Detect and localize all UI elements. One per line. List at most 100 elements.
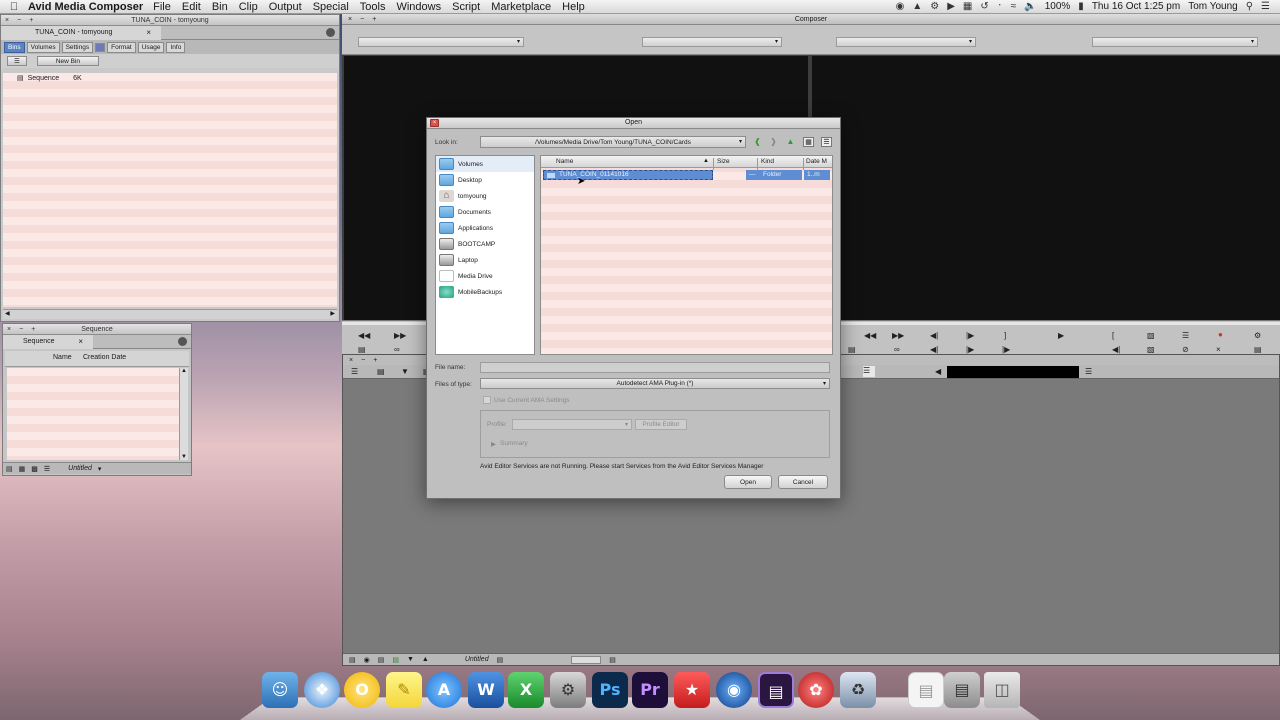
sort-ascending-icon[interactable]: ▲ xyxy=(703,158,709,164)
profile-editor-button[interactable]: Profile Editor xyxy=(635,419,687,430)
forward-icon[interactable]: ❱ xyxy=(768,137,779,147)
settings-icon[interactable]: ⚙ xyxy=(1254,331,1261,340)
dropdown-icon[interactable]: ▼ xyxy=(401,367,409,376)
close-icon[interactable]: × xyxy=(430,119,439,127)
tab-project[interactable]: TUNA_COIN - tomyoung × xyxy=(1,25,161,40)
meter-menu-icon[interactable]: ☰ xyxy=(1085,367,1092,376)
volume-icon[interactable]: 🔈 xyxy=(1024,1,1036,12)
record-monitor[interactable] xyxy=(812,56,1280,320)
scroll-up-icon[interactable]: ▲ xyxy=(181,368,187,374)
app-store-icon[interactable]: A xyxy=(426,672,462,708)
safari-icon[interactable]: ❖ xyxy=(304,672,340,708)
column-creation-date[interactable]: Creation Date xyxy=(83,354,126,361)
up-icon[interactable]: ▲ xyxy=(422,656,429,663)
tab-format[interactable]: Format xyxy=(107,41,136,53)
step-forward-frame-icon[interactable]: |▶ xyxy=(966,331,974,340)
word-icon[interactable]: W xyxy=(468,672,504,708)
overwrite-icon[interactable]: ▤ xyxy=(1254,345,1262,354)
frame-view-icon[interactable]: ▦ xyxy=(19,465,26,473)
sidebar-item-applications[interactable]: Applications xyxy=(436,220,534,236)
finder-icon[interactable]: ☺ xyxy=(262,672,298,708)
menu-clip[interactable]: Clip xyxy=(239,1,258,13)
use-current-settings-checkbox[interactable] xyxy=(483,396,491,404)
column-size[interactable]: Size xyxy=(717,158,730,165)
menu-output[interactable]: Output xyxy=(269,1,302,13)
mark-clip-icon[interactable]: ▧ xyxy=(1147,331,1155,340)
bluetooth-icon[interactable]: ᛫ xyxy=(997,1,1003,12)
splice-icon[interactable]: |▶ xyxy=(1002,345,1010,354)
outlook-icon[interactable]: O xyxy=(344,672,380,708)
sidebar-item-bootcamp[interactable]: BOOTCAMP xyxy=(436,236,534,252)
trash-icon[interactable]: ◫ xyxy=(984,672,1020,708)
sidebar-item-media-drive[interactable]: Media Drive xyxy=(436,268,534,284)
network-app-icon[interactable]: ◉ xyxy=(716,672,752,708)
menu-windows[interactable]: Windows xyxy=(396,1,441,13)
sequence-name[interactable]: Untitled xyxy=(465,656,489,663)
loop-icon[interactable]: ∞ xyxy=(394,345,400,354)
menu-extra-icon[interactable]: ▲ xyxy=(912,1,922,12)
close-icon[interactable]: × xyxy=(349,357,353,364)
toggle-source-icon[interactable]: ◉ xyxy=(364,656,370,664)
excel-icon[interactable]: X xyxy=(508,672,544,708)
list-item[interactable]: ▤ Sequence 6K xyxy=(3,73,337,83)
close-tab-icon[interactable]: × xyxy=(78,337,83,346)
files-of-type-dropdown[interactable]: Autodetect AMA Plug-in (*) ▾ xyxy=(480,378,830,389)
source-tool-icon[interactable]: ▤ xyxy=(358,345,366,354)
spotlight-search-icon[interactable]: ⚲ xyxy=(1246,1,1253,12)
tab-info[interactable]: Info xyxy=(166,41,186,53)
close-icon[interactable]: × xyxy=(7,326,11,333)
record-info-dropdown[interactable]: ▾ xyxy=(1092,37,1258,47)
speaker-icon[interactable]: ◀ xyxy=(935,367,941,376)
sidebar-item-volumes[interactable]: Volumes xyxy=(436,156,534,172)
column-name[interactable]: Name xyxy=(556,158,573,165)
wifi-icon[interactable]: ≈ xyxy=(1011,1,1017,12)
minimize-icon[interactable]: − xyxy=(361,357,365,364)
stickies-icon[interactable]: ✎ xyxy=(386,672,422,708)
step-forward-icon[interactable]: ▶▶ xyxy=(394,331,406,340)
track-menu-icon[interactable]: ▤ xyxy=(349,656,356,664)
audio-icon[interactable]: ▤ xyxy=(392,656,399,664)
menu-extra-icon[interactable]: ▦ xyxy=(963,1,972,12)
menu-marketplace[interactable]: Marketplace xyxy=(491,1,551,13)
menu-extra-icon[interactable]: ◉ xyxy=(896,1,905,12)
tab-sequence[interactable]: Sequence × xyxy=(3,334,93,349)
scroll-left-icon[interactable]: ◀ xyxy=(5,310,10,317)
tab-usage[interactable]: Usage xyxy=(137,41,165,53)
clear-marks-icon[interactable]: ☰ xyxy=(1182,331,1189,340)
user-menu[interactable]: Tom Young xyxy=(1188,1,1238,12)
fast-forward-icon[interactable]: ▶▶ xyxy=(892,331,904,340)
scroll-down-icon[interactable]: ▼ xyxy=(181,454,187,460)
column-date-modified[interactable]: Date M xyxy=(806,158,827,165)
list-view-icon[interactable]: ☰ xyxy=(821,137,832,147)
photoshop-icon[interactable]: Ps xyxy=(592,672,628,708)
document-icon[interactable]: ▤ xyxy=(908,672,944,708)
zoom-slider[interactable] xyxy=(571,655,602,664)
cross-icon[interactable]: × xyxy=(1216,345,1221,354)
menu-script[interactable]: Script xyxy=(452,1,480,13)
record-icon[interactable]: ● xyxy=(1218,330,1223,339)
dropdown-icon[interactable]: ▼ xyxy=(407,656,414,663)
cancel-button[interactable]: Cancel xyxy=(778,475,828,489)
open-button[interactable]: Open xyxy=(724,475,772,489)
tab-volumes[interactable]: Volumes xyxy=(26,41,60,53)
new-folder-icon[interactable]: ▦ xyxy=(803,137,814,147)
bin-view-label[interactable]: Untitled xyxy=(68,465,92,472)
record-menu-dropdown[interactable]: ▾ xyxy=(836,37,976,47)
add-tab-icon[interactable]: + xyxy=(29,17,33,24)
file-name-cell[interactable]: TUNA_COIN_01141016 xyxy=(543,170,713,180)
no-entry-icon[interactable]: ⊘ xyxy=(1182,345,1189,354)
look-in-dropdown[interactable]: /Volumes/Media Drive/Tom Young/TUNA_COIN… xyxy=(480,136,746,148)
bookmark-app-icon[interactable]: ★ xyxy=(674,672,710,708)
vertical-scrollbar[interactable]: ▲ ▼ xyxy=(179,368,188,460)
system-preferences-icon[interactable]: ⚙ xyxy=(550,672,586,708)
go-to-out-icon[interactable]: |▶ xyxy=(966,345,974,354)
monitor-icon[interactable]: ▤ xyxy=(378,656,385,664)
menu-bin[interactable]: Bin xyxy=(212,1,228,13)
mark-in-icon[interactable]: [ xyxy=(1112,331,1114,340)
bin-list-menu-icon[interactable]: ☰ xyxy=(7,56,27,66)
lock-icon[interactable]: ▤ xyxy=(497,656,504,664)
sidebar-item-laptop[interactable]: Laptop xyxy=(436,252,534,268)
add-tab-icon[interactable]: + xyxy=(31,326,35,333)
scroll-right-icon[interactable]: ▶ xyxy=(330,310,335,317)
sidebar-item-tomyoung[interactable]: ⌂ tomyoung xyxy=(436,188,534,204)
